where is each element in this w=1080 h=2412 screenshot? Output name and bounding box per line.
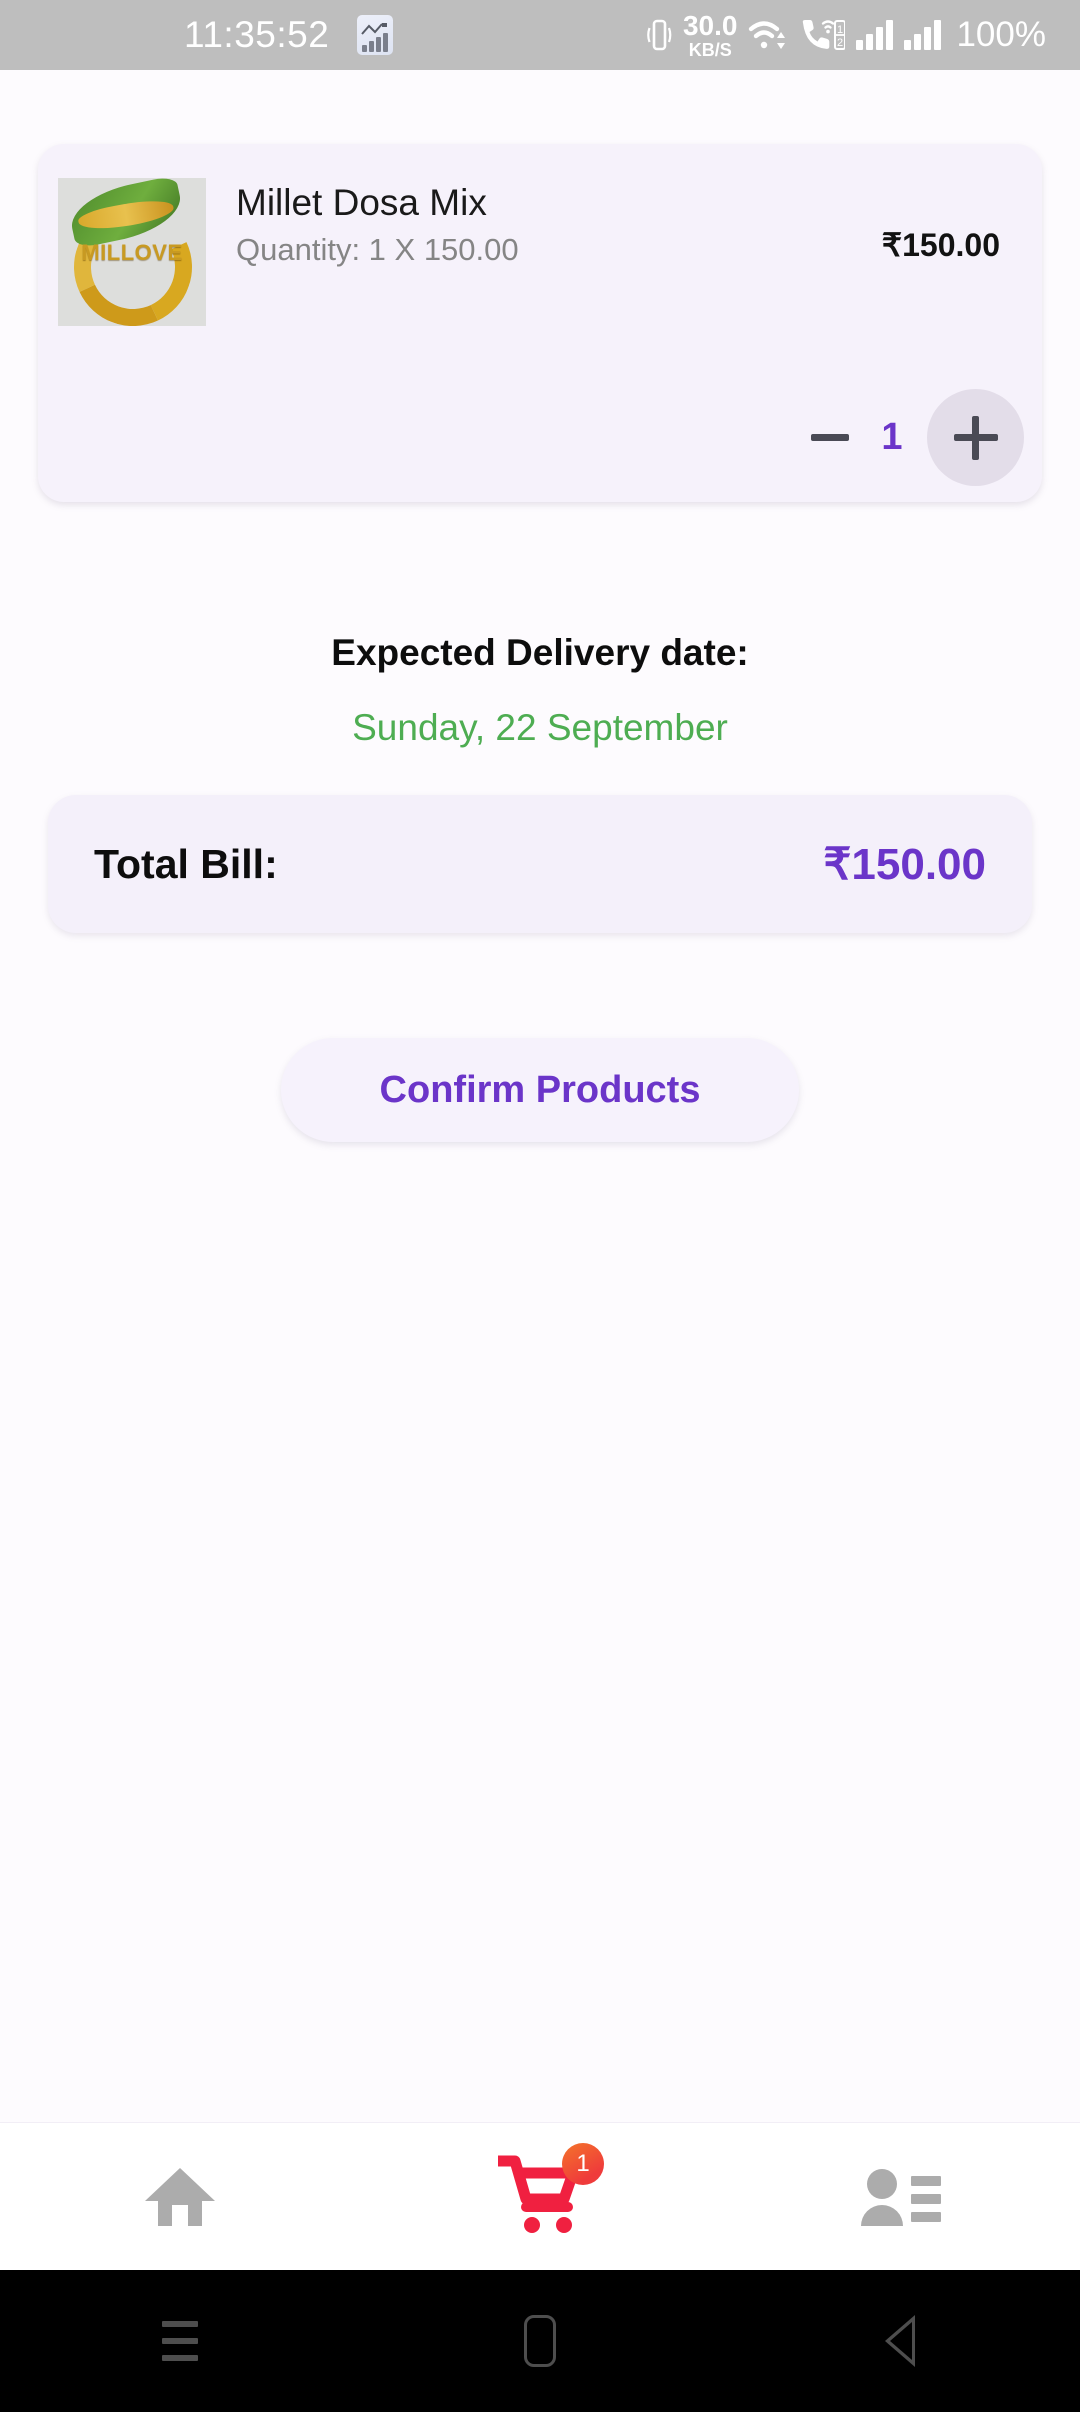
vibrate-icon xyxy=(647,19,672,51)
network-speed-unit: KB/S xyxy=(688,39,732,60)
confirm-products-button[interactable]: Confirm Products xyxy=(281,1038,799,1142)
total-bill-amount: ₹150.00 xyxy=(823,839,986,889)
signal-bars-icon-1 xyxy=(856,20,894,50)
brand-wordmark: MILLOVE xyxy=(81,240,183,265)
product-summary-row: MILLOVE Millet Dosa Mix Quantity: 1 X 15… xyxy=(38,144,1042,326)
product-card[interactable]: MILLOVE Millet Dosa Mix Quantity: 1 X 15… xyxy=(38,144,1042,502)
status-bar-right: 30.0 KB/S 1 2 100% xyxy=(646,9,1046,60)
decrease-quantity-button[interactable] xyxy=(797,405,863,471)
signal-bars-icon-2 xyxy=(904,20,942,50)
network-speed-indicator: 30.0 KB/S xyxy=(682,9,738,60)
total-bill-label: Total Bill: xyxy=(94,840,278,887)
nav-item-home[interactable] xyxy=(0,2123,360,2270)
product-thumbnail: MILLOVE xyxy=(58,178,206,326)
android-system-navigation xyxy=(0,2270,1080,2412)
status-bar-left: 11:35:52 xyxy=(184,14,394,56)
plus-icon xyxy=(953,415,998,460)
person-list-icon xyxy=(861,2168,941,2226)
expected-delivery-label: Expected Delivery date: xyxy=(331,632,749,673)
total-bill-card: Total Bill: ₹150.00 xyxy=(48,795,1032,933)
minus-icon xyxy=(811,434,849,441)
product-info: Millet Dosa Mix Quantity: 1 X 150.00 xyxy=(206,178,882,268)
cart-icon-wrapper: 1 xyxy=(495,2143,604,2238)
wifi-icon xyxy=(749,21,786,49)
main-content: MILLOVE Millet Dosa Mix Quantity: 1 X 15… xyxy=(0,70,1080,2122)
product-quantity-line: Quantity: 1 X 150.00 xyxy=(236,231,519,267)
dual-sim-bottom-label: 2 xyxy=(837,37,843,49)
stock-chart-icon xyxy=(357,15,394,55)
expected-delivery-date: Sunday, 22 September xyxy=(352,707,728,748)
quantity-value: 1 xyxy=(881,416,903,458)
home-icon xyxy=(145,2167,215,2226)
cart-badge-count: 1 xyxy=(562,2143,604,2185)
increase-quantity-button[interactable] xyxy=(927,389,1024,486)
back-triangle-icon xyxy=(885,2315,915,2367)
status-bar-clock: 11:35:52 xyxy=(184,14,330,55)
nav-item-account[interactable] xyxy=(720,2123,1080,2270)
coin-stack-glyph xyxy=(362,33,389,52)
home-square-icon xyxy=(524,2315,556,2367)
product-title: Millet Dosa Mix xyxy=(236,182,487,223)
bottom-navigation-bar: 1 xyxy=(0,2122,1080,2270)
battery-percent-label: 100% xyxy=(956,15,1046,54)
nav-item-cart[interactable]: 1 xyxy=(360,2123,720,2270)
system-back-button[interactable] xyxy=(720,2315,1080,2367)
vowifi-call-icon: 1 2 xyxy=(803,20,846,50)
status-bar: 11:35:52 30.0 KB/S 1 2 100% xyxy=(0,0,1080,70)
quantity-stepper[interactable]: 1 xyxy=(797,389,1024,486)
recents-menu-icon xyxy=(162,2321,198,2361)
network-speed-value: 30.0 xyxy=(682,9,738,41)
system-recents-button[interactable] xyxy=(0,2321,360,2361)
system-home-button[interactable] xyxy=(360,2315,720,2367)
product-price: ₹150.00 xyxy=(881,227,1000,263)
